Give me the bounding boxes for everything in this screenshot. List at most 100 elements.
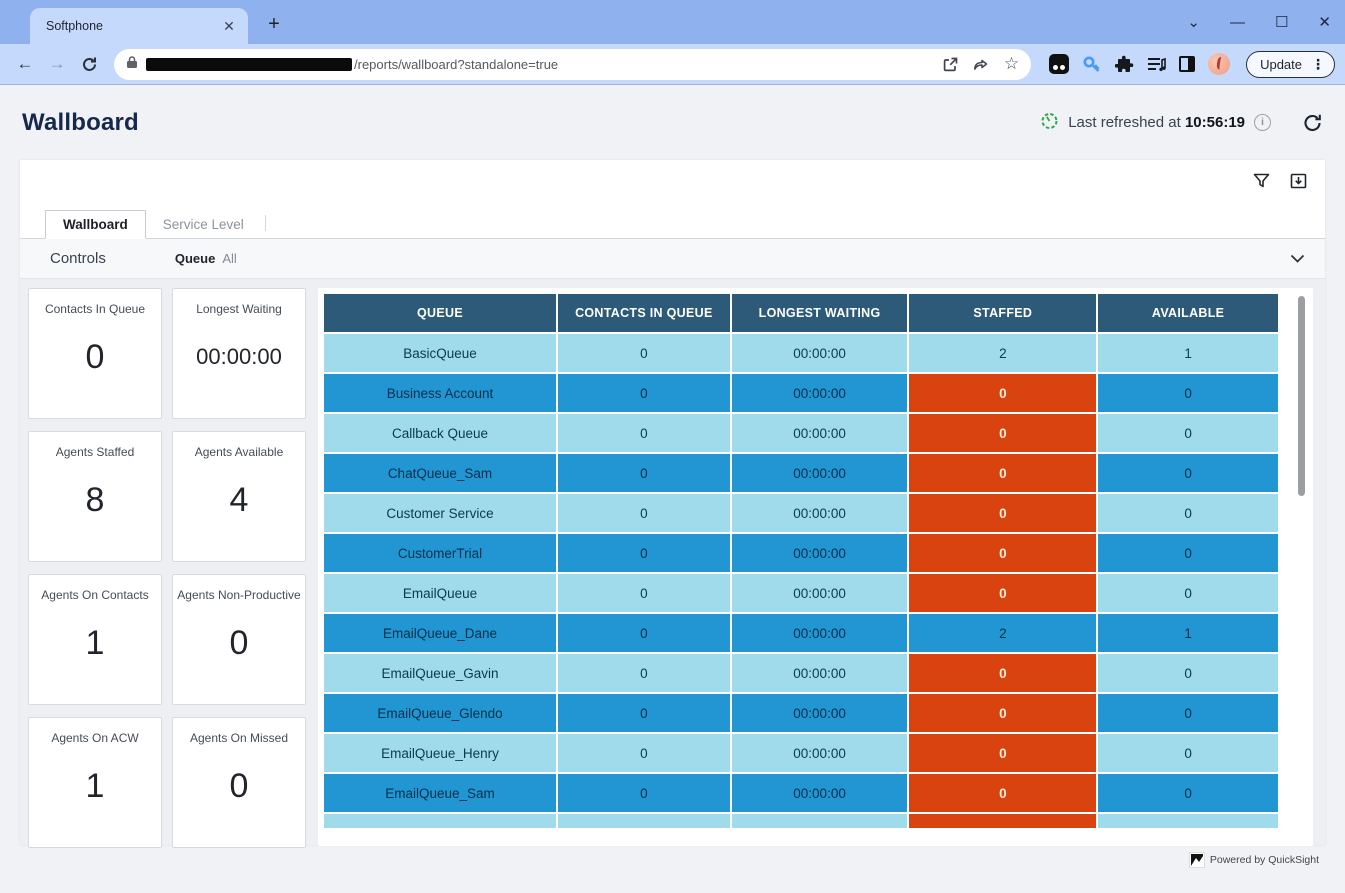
table-scrollbar[interactable]: [1298, 296, 1305, 496]
profile-avatar[interactable]: [1208, 53, 1230, 75]
queue-filter-value[interactable]: All: [222, 251, 236, 266]
available-cell: 0: [1098, 574, 1278, 612]
queue-name-cell: EmailQueue_Dane: [324, 614, 556, 652]
kpi-label: Agents Staffed: [56, 445, 135, 459]
kpi-label: Longest Waiting: [196, 302, 282, 316]
queue-name-cell: EmailQueue_Gavin: [324, 654, 556, 692]
back-icon[interactable]: ←: [12, 51, 38, 77]
contacts-in-queue-cell: 0: [558, 814, 730, 828]
column-header: LONGEST WAITING: [732, 294, 908, 332]
kpi-label: Agents On Contacts: [41, 588, 148, 602]
refresh-icon[interactable]: [1302, 113, 1323, 133]
kpi-card: Agents Non-Productive 0: [172, 574, 306, 705]
staffed-cell: 0: [909, 774, 1096, 812]
reload-icon[interactable]: [76, 51, 102, 77]
kpi-label: Agents On ACW: [51, 731, 138, 745]
kpi-value: 0: [230, 602, 249, 684]
browser-tabstrip: Softphone ✕ + ⌄ — ☐ ✕: [0, 0, 1345, 44]
longest-waiting-cell: 00:00:00: [732, 494, 908, 532]
available-cell: 0: [1098, 654, 1278, 692]
kpi-label: Agents On Missed: [190, 731, 288, 745]
available-cell: 0: [1098, 734, 1278, 772]
contacts-in-queue-cell: 0: [558, 774, 730, 812]
available-cell: 0: [1098, 694, 1278, 732]
controls-label: Controls: [50, 250, 106, 267]
kpi-card: Agents On Contacts 1: [28, 574, 162, 705]
extension-dots-icon[interactable]: [1049, 54, 1069, 74]
queue-filter-label: Queue: [175, 251, 215, 266]
staffed-cell: 0: [909, 814, 1096, 828]
browser-menu-icon[interactable]: ⋮: [1308, 56, 1328, 73]
tab-wallboard[interactable]: Wallboard: [45, 210, 146, 239]
tab-service-level[interactable]: Service Level: [146, 211, 261, 238]
open-in-new-icon[interactable]: [943, 57, 958, 72]
queue-table-viewport: QUEUECONTACTS IN QUEUELONGEST WAITINGSTA…: [324, 294, 1278, 828]
queue-name-cell: Business Account: [324, 374, 556, 412]
filter-icon[interactable]: [1253, 173, 1270, 189]
longest-waiting-cell: 00:00:00: [732, 734, 908, 772]
staffed-cell: 0: [909, 374, 1096, 412]
dashboard-content: Contacts In Queue 0 Longest Waiting 00:0…: [20, 279, 1325, 845]
staffed-cell: 0: [909, 494, 1096, 532]
longest-waiting-cell: 00:00:00: [732, 414, 908, 452]
info-icon[interactable]: i: [1254, 114, 1271, 131]
window-controls: ⌄ — ☐ ✕: [1187, 0, 1331, 44]
address-bar[interactable]: /reports/wallboard?standalone=true ☆: [114, 49, 1031, 80]
chevron-down-icon[interactable]: [1290, 254, 1305, 263]
media-playlist-icon[interactable]: [1147, 56, 1166, 73]
new-tab-button[interactable]: +: [262, 13, 286, 36]
window-chevron-icon[interactable]: ⌄: [1187, 13, 1200, 31]
forward-icon[interactable]: →: [44, 51, 70, 77]
staffed-cell: 2: [909, 334, 1096, 372]
longest-waiting-cell: 00:00:00: [732, 814, 908, 828]
staffed-cell: 0: [909, 534, 1096, 572]
kpi-value: 8: [86, 459, 105, 541]
url-text: /reports/wallboard?standalone=true: [354, 57, 943, 72]
staffed-cell: 0: [909, 574, 1096, 612]
dashboard-sheet: Wallboard Service Level Controls Queue A…: [20, 160, 1325, 845]
update-button[interactable]: Update ⋮: [1246, 51, 1335, 78]
staffed-cell: 2: [909, 614, 1096, 652]
share-icon[interactable]: [973, 57, 989, 72]
last-refreshed-time: 10:56:19: [1185, 114, 1245, 131]
kpi-card: Agents On ACW 1: [28, 717, 162, 848]
contacts-in-queue-cell: 0: [558, 614, 730, 652]
staffed-cell: 0: [909, 654, 1096, 692]
queue-name-cell: CustomerTrial: [324, 534, 556, 572]
available-cell: 1: [1098, 614, 1278, 652]
window-minimize-icon[interactable]: —: [1230, 14, 1245, 31]
browser-tab[interactable]: Softphone ✕: [30, 8, 248, 44]
kpi-value: 00:00:00: [196, 316, 282, 398]
side-panel-icon[interactable]: [1179, 56, 1195, 72]
longest-waiting-cell: 00:00:00: [732, 614, 908, 652]
lock-icon: [126, 55, 138, 74]
queue-name-cell: EmailQueue_Henry: [324, 734, 556, 772]
window-maximize-icon[interactable]: ☐: [1275, 13, 1288, 31]
kpi-label: Agents Available: [195, 445, 284, 459]
contacts-in-queue-cell: 0: [558, 494, 730, 532]
extensions-puzzle-icon[interactable]: [1115, 55, 1134, 74]
queue-name-cell: EmailQueue_Glendo: [324, 694, 556, 732]
available-cell: 1: [1098, 334, 1278, 372]
kpi-card: Agents Available 4: [172, 431, 306, 562]
contacts-in-queue-cell: 0: [558, 334, 730, 372]
password-key-icon[interactable]: [1082, 54, 1102, 74]
available-cell: 0: [1098, 414, 1278, 452]
controls-row: Controls Queue All: [20, 239, 1325, 279]
kpi-value: 0: [86, 316, 105, 398]
last-refreshed-label: Last refreshed at 10:56:19: [1068, 114, 1245, 131]
available-cell: 0: [1098, 534, 1278, 572]
kpi-value: 1: [86, 745, 105, 827]
contacts-in-queue-cell: 0: [558, 374, 730, 412]
available-cell: 0: [1098, 814, 1278, 828]
browser-toolbar: ← → /reports/wallboard?standalone=true: [0, 44, 1345, 85]
window-close-icon[interactable]: ✕: [1318, 13, 1331, 31]
export-icon[interactable]: [1290, 173, 1307, 189]
contacts-in-queue-cell: 0: [558, 694, 730, 732]
tab-close-icon[interactable]: ✕: [220, 17, 238, 35]
sheet-tabbar: Wallboard Service Level: [20, 160, 1325, 239]
longest-waiting-cell: 00:00:00: [732, 374, 908, 412]
bookmark-star-icon[interactable]: ☆: [1004, 54, 1019, 74]
contacts-in-queue-cell: 0: [558, 414, 730, 452]
kpi-card: Longest Waiting 00:00:00: [172, 288, 306, 419]
